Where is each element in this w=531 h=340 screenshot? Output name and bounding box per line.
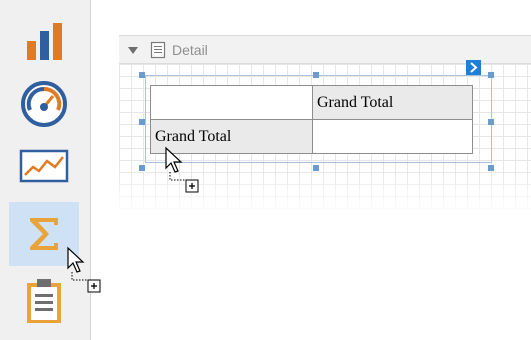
pivot-row-header: Grand Total (150, 85, 473, 120)
drag-copy-cursor-icon (67, 246, 101, 293)
smart-tag-button[interactable] (466, 60, 481, 75)
pivot-data-cell[interactable] (312, 119, 473, 154)
clipboard-icon (27, 279, 61, 323)
pivot-corner-cell[interactable] (150, 85, 313, 120)
resize-handle-bottom-right[interactable] (488, 165, 494, 171)
pivot-grid[interactable]: Grand Total Grand Total (150, 85, 473, 154)
resize-handle-top-left[interactable] (139, 72, 145, 78)
toolbox-item-sparkline[interactable] (9, 140, 79, 192)
band-detail-icon (150, 41, 166, 58)
toolbox-item-chart[interactable] (9, 14, 79, 70)
gauge-icon (21, 81, 67, 127)
bar-chart-icon (27, 23, 62, 60)
resize-handle-bottom[interactable] (313, 165, 319, 171)
column-grand-total-header[interactable]: Grand Total (312, 85, 473, 120)
band-title: Detail (172, 41, 208, 58)
drag-copy-cursor-icon (165, 146, 199, 193)
sigma-icon (30, 218, 58, 250)
chevron-right-icon (470, 62, 478, 73)
toolbox-item-gauge[interactable] (9, 76, 79, 132)
resize-handle-top[interactable] (313, 72, 319, 78)
resize-handle-left[interactable] (139, 119, 145, 125)
resize-handle-top-right[interactable] (488, 72, 494, 78)
resize-handle-right[interactable] (488, 119, 494, 125)
sparkline-icon (19, 149, 69, 183)
collapse-arrow-icon[interactable] (126, 43, 140, 57)
resize-handle-bottom-left[interactable] (139, 165, 145, 171)
